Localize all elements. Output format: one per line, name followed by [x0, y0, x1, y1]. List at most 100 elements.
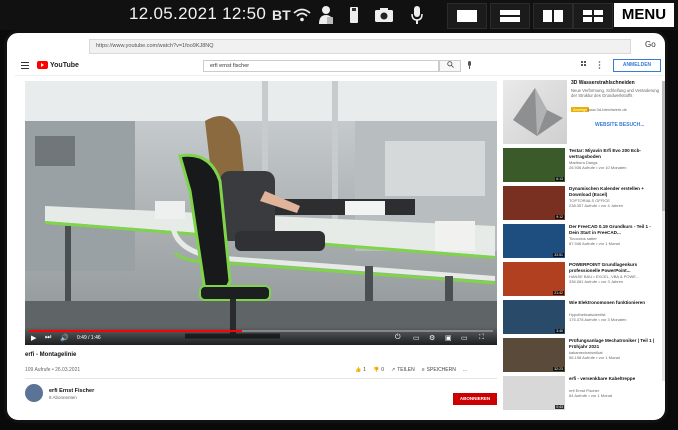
layout-split-vertical-icon[interactable]: [533, 3, 573, 29]
go-button[interactable]: Go: [645, 40, 656, 49]
like-button[interactable]: 👍 1: [355, 367, 366, 373]
recommendation-item[interactable]: 0:43 erfi - versenkbare Kabeltreppe erfi E…: [503, 376, 661, 411]
device-status-bar: 12.05.2021 12:50 BT MENU: [0, 0, 678, 30]
layout-split-horizontal-icon[interactable]: [490, 3, 530, 29]
recommendation-thumbnail[interactable]: 0:43: [503, 376, 565, 410]
more-options-icon[interactable]: [598, 61, 601, 71]
recommendation-views: 56.198 Aufrufe • vor 1 Monat: [569, 355, 620, 360]
sd-card-icon: [349, 3, 359, 27]
voice-search-icon[interactable]: [467, 61, 472, 71]
dislike-button[interactable]: 👎 0: [373, 367, 384, 373]
divider: [25, 378, 497, 379]
video-actions: 👍 1 👎 0 ↗ TEILEN ≡ SPEICHERN ...: [355, 367, 467, 373]
recommendation-thumbnail[interactable]: 9:12: [503, 186, 565, 220]
ad-card[interactable]: 3D Wasserstrahlschneiden Neue Verformung…: [503, 80, 661, 144]
recommendation-title: Der FreeCAD 0.19 Grundkurs - Teil 1 - De…: [569, 224, 651, 235]
recommendation-item[interactable]: 9:12 Dynamischen Kalender erstellen + Dow…: [503, 186, 661, 221]
subtitles-icon[interactable]: ▭: [413, 334, 420, 342]
share-button[interactable]: ↗ TEILEN: [391, 367, 415, 373]
channel-avatar[interactable]: [25, 384, 43, 402]
ad-description: Neue Verformung, Schleifung und Veränder…: [571, 88, 659, 98]
save-button[interactable]: ≡ SPEICHERN: [422, 367, 456, 373]
youtube-play-icon: [37, 61, 48, 69]
duration-badge: 32:23: [553, 367, 564, 371]
autoplay-toggle-icon[interactable]: ⏻: [395, 334, 401, 342]
next-icon[interactable]: ⏭: [45, 334, 51, 342]
duration-badge: 6:13: [555, 177, 564, 181]
scrollbar-thumb[interactable]: [662, 81, 665, 211]
progress-fill: [29, 330, 243, 332]
recommendation-item[interactable]: 32:23 Prüfungsanlage Mechatroniker | Teil…: [503, 338, 661, 373]
thumbs-down-icon: 👎: [373, 367, 380, 373]
menu-button[interactable]: MENU: [614, 3, 674, 27]
recommendation-title: Dynamischen Kalender erstellen + Downloa…: [569, 186, 644, 197]
fullscreen-icon[interactable]: ⛶: [479, 334, 484, 342]
video-player[interactable]: ▶ ⏭ 🔊 0:49 / 1:46 ⏻ ▭ ⚙ ▣ ▭ ⛶: [25, 81, 497, 345]
channel-name[interactable]: erfi Ernst Fischer: [49, 388, 94, 394]
datetime: 12.05.2021 12:50: [129, 4, 267, 23]
recommendation-thumbnail[interactable]: 21:42: [503, 262, 565, 296]
play-icon[interactable]: ▶: [31, 334, 36, 342]
recommendations-sidebar: 3D Wasserstrahlschneiden Neue Verformung…: [503, 80, 661, 420]
volume-icon[interactable]: 🔊: [60, 334, 69, 342]
miniplayer-icon[interactable]: ▣: [445, 334, 452, 342]
video-title: erfi - Montagelinie: [25, 352, 77, 358]
apps-grid-icon[interactable]: [581, 61, 588, 70]
ad-thumbnail[interactable]: [503, 80, 567, 144]
wifi-icon: [293, 3, 311, 27]
recommendation-views: 26.936 Aufrufe • vor 10 Monaten: [569, 165, 627, 170]
ad-title: 3D Wasserstrahlschneiden: [571, 80, 635, 86]
recommendation-title: Testar: Miyavin Erfi Evo 200 Ecb-vertrag…: [569, 148, 641, 159]
search-button[interactable]: [439, 60, 461, 72]
duration-badge: 3:40: [555, 329, 564, 333]
timecode: 0:49 / 1:46: [77, 335, 101, 341]
recommendation-title: erfi - versenkbare Kabeltreppe: [569, 376, 636, 381]
recommendation-views: 87.946 Aufrufe • vor 1 Monat: [569, 241, 620, 246]
share-icon: ↗: [391, 367, 396, 373]
more-actions-button[interactable]: ...: [463, 367, 467, 373]
microphone-icon: [411, 3, 423, 27]
youtube-header: YouTube erfi ernst fischer ANMELDEN: [15, 57, 663, 76]
recommendation-views: 336.081 Aufrufe • vor 3 Jahren: [569, 279, 624, 284]
ad-source: www.3d-bleichwerk.de: [587, 107, 627, 112]
video-views: 109 Aufrufe • 26.03.2021: [25, 367, 81, 373]
recommendation-item[interactable]: 3:40 Wie Elektronomonen funktionieren Hypo…: [503, 300, 661, 335]
address-bar: https://www.youtube.com/watch?v=1foo9KJ8…: [15, 39, 665, 55]
search-input[interactable]: erfi ernst fischer: [203, 60, 439, 72]
recommendation-item[interactable]: 33:51 Der FreeCAD 0.19 Grundkurs - Teil 1…: [503, 224, 661, 259]
save-playlist-icon: ≡: [421, 367, 425, 373]
recommendation-item[interactable]: 21:42 POWERPOINT Grundlagenkurs professio…: [503, 262, 661, 297]
channel-subscribers: 8 Abonnenten: [49, 395, 77, 400]
recommendation-views: 84 Aufrufe • vor 1 Monat: [569, 393, 612, 398]
theater-mode-icon[interactable]: ▭: [461, 334, 468, 342]
duration-badge: 21:42: [553, 291, 564, 295]
subscribe-button[interactable]: ABONNIEREN: [453, 393, 497, 405]
settings-icon[interactable]: ⚙: [429, 334, 435, 342]
person-icon: [318, 3, 334, 27]
duration-badge: 9:12: [555, 215, 564, 219]
url-input[interactable]: https://www.youtube.com/watch?v=1foo9KJ8…: [89, 39, 631, 54]
layout-full-icon[interactable]: [447, 3, 487, 29]
recommendation-thumbnail[interactable]: 6:13: [503, 148, 565, 182]
hamburger-menu-icon[interactable]: [21, 62, 29, 69]
scrollbar[interactable]: [662, 81, 665, 381]
recommendation-title: POWERPOINT Grundlagenkurs professionelle…: [569, 262, 638, 273]
thumbs-up-icon: 👍: [355, 367, 362, 373]
player-controls: ▶ ⏭ 🔊 0:49 / 1:46 ⏻ ▭ ⚙ ▣ ▭ ⛶: [25, 327, 497, 345]
layout-quad-icon[interactable]: [573, 3, 613, 29]
sign-in-button[interactable]: ANMELDEN: [613, 59, 661, 72]
recommendation-views: 175.378 Aufrufe • vor 3 Monaten: [569, 317, 627, 322]
progress-bar[interactable]: [29, 330, 493, 332]
recommendation-title: Wie Elektronomonen funktionieren: [569, 300, 646, 305]
visit-website-button[interactable]: WEBSITE BESUCH...: [595, 122, 644, 128]
recommendation-title: Prüfungsanlage Mechatroniker | Teil 1 | …: [569, 338, 655, 349]
duration-badge: 0:43: [555, 405, 564, 409]
video-frame: [25, 81, 497, 345]
browser-window: https://www.youtube.com/watch?v=1foo9KJ8…: [4, 30, 668, 423]
recommendation-item[interactable]: 6:13 Testar: Miyavin Erfi Evo 200 Ecb-ver…: [503, 148, 661, 183]
recommendation-thumbnail[interactable]: 32:23: [503, 338, 565, 372]
youtube-logo-text: YouTube: [50, 61, 79, 69]
recommendation-thumbnail[interactable]: 33:51: [503, 224, 565, 258]
recommendation-thumbnail[interactable]: 3:40: [503, 300, 565, 334]
youtube-logo[interactable]: YouTube: [37, 61, 79, 69]
